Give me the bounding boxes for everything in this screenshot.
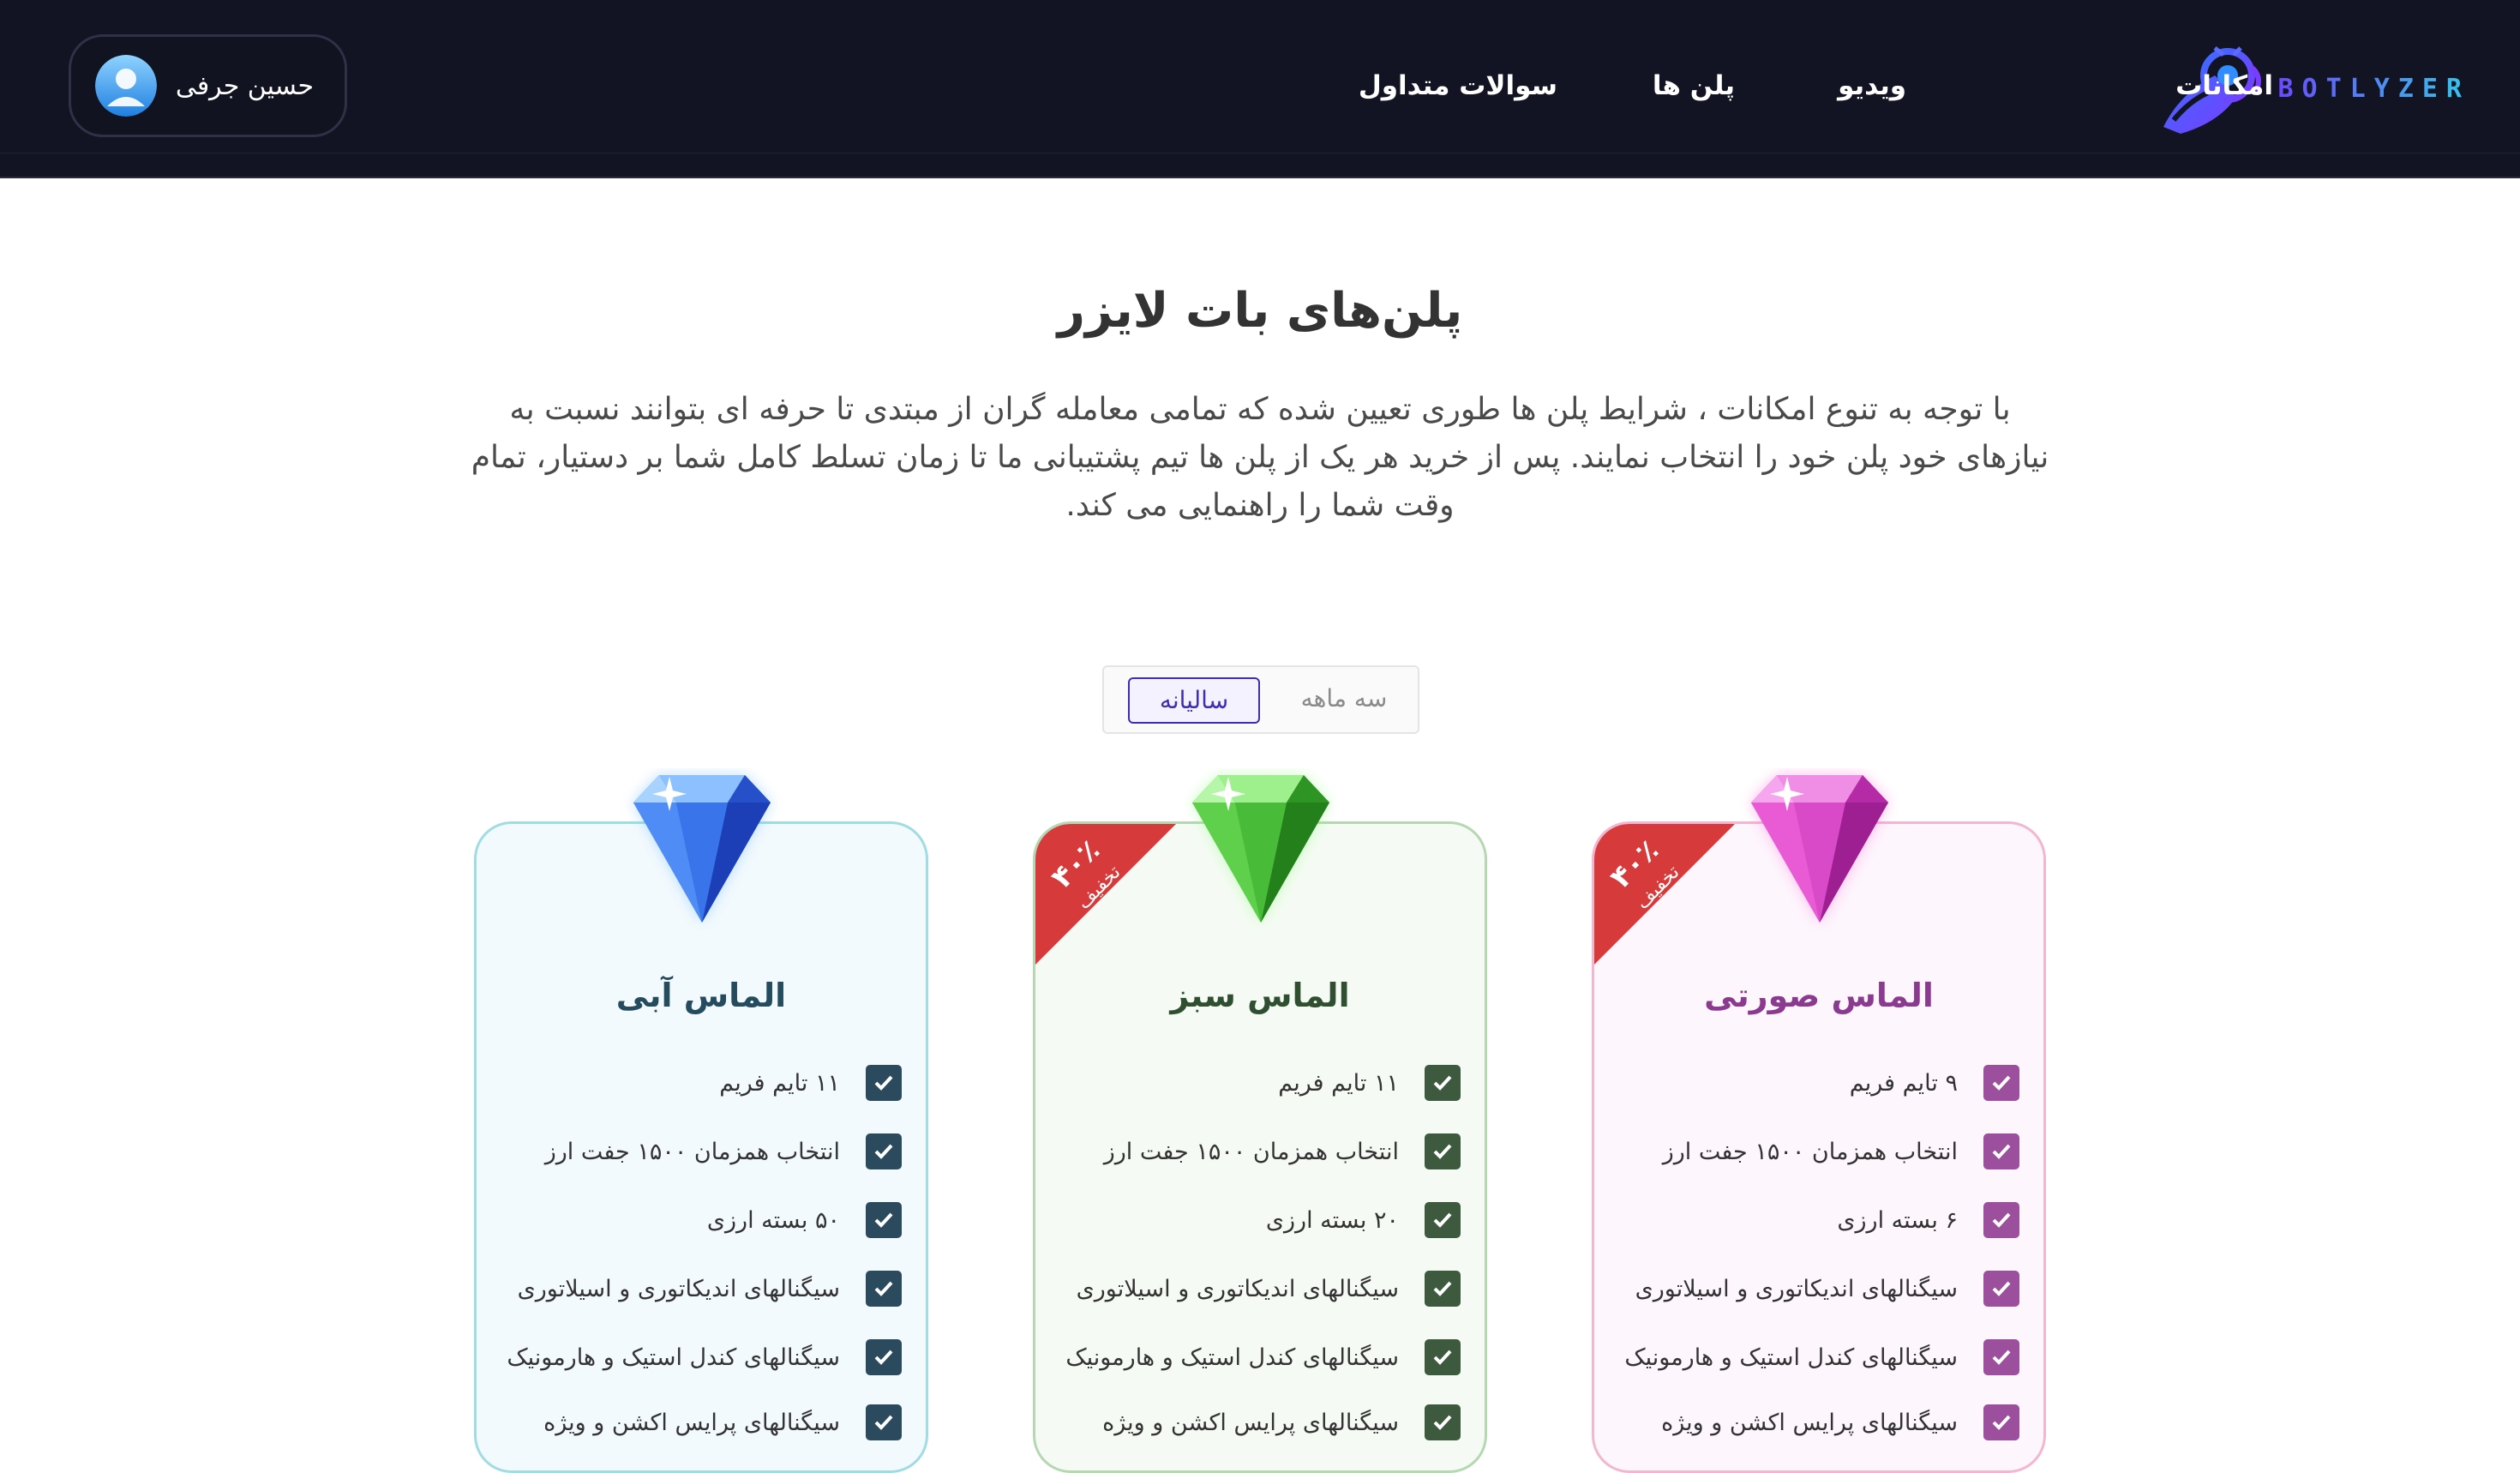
feature-text: سیگنالهای اندیکاتوری و اسیلاتوری [1076,1275,1399,1302]
plan-feature: سیگنالهای کندل استیک و هارمونیک [490,1323,902,1392]
billing-period-toggle: سه ماهه سالیانه [1102,665,1419,734]
plan-feature: ۶ بسته ارزی [1608,1186,2019,1254]
top-navbar: BOTLYZER امکانات ویدیو پلن ها سوالات متد… [0,0,2520,178]
feature-text: سیگنالهای کندل استیک و هارمونیک [1065,1344,1399,1371]
checkbox-check-icon [1425,1133,1461,1169]
discount-ribbon: ۴۰٪ تخفیف [1035,824,1176,965]
checkbox-check-icon [1983,1339,2019,1375]
nav-video[interactable]: ویدیو [1838,70,1906,101]
plan-feature: ۱۱ تایم فریم [1049,1049,1461,1117]
checkbox-check-icon [1983,1271,2019,1307]
checkbox-check-icon [1983,1404,2019,1440]
feature-text: انتخاب همزمان ۱۵۰۰ جفت ارز [1662,1138,1958,1165]
plan-features: ۹ تایم فریم انتخاب همزمان ۱۵۰۰ جفت ارز ۶… [1608,1049,2019,1453]
plan-features: ۱۱ تایم فریم انتخاب همزمان ۱۵۰۰ جفت ارز … [490,1049,902,1453]
nav-faq[interactable]: سوالات متداول [1359,70,1557,101]
user-name: حسین جرفی [175,70,314,101]
checkbox-check-icon [1425,1339,1461,1375]
toggle-three-month[interactable]: سه ماهه [1289,677,1399,724]
feature-text: سیگنالهای اندیکاتوری و اسیلاتوری [1635,1275,1958,1302]
plan-feature: ۲۰ بسته ارزی [1049,1186,1461,1254]
feature-text: سیگنالهای کندل استیک و هارمونیک [1624,1344,1958,1371]
nav-plans[interactable]: پلن ها [1653,70,1735,101]
checkbox-check-icon [866,1404,902,1440]
checkbox-check-icon [866,1202,902,1238]
feature-text: سیگنالهای پرایس اکشن و ویژه [1102,1409,1399,1436]
feature-text: ۱۱ تایم فریم [719,1069,840,1097]
feature-text: سیگنالهای اندیکاتوری و اسیلاتوری [517,1275,840,1302]
plan-feature: انتخاب همزمان ۱۵۰۰ جفت ارز [1608,1117,2019,1186]
feature-text: ۲۰ بسته ارزی [1265,1206,1399,1234]
feature-text: سیگنالهای پرایس اکشن و ویژه [543,1409,840,1436]
feature-text: ۹ تایم فریم [1849,1069,1958,1097]
plan-features: ۱۱ تایم فریم انتخاب همزمان ۱۵۰۰ جفت ارز … [1049,1049,1461,1453]
plan-feature: سیگنالهای اندیکاتوری و اسیلاتوری [1049,1254,1461,1323]
checkbox-check-icon [866,1339,902,1375]
feature-text: انتخاب همزمان ۱۵۰۰ جفت ارز [1103,1138,1399,1165]
checkbox-check-icon [1983,1133,2019,1169]
plan-title: الماس سبز [1170,977,1350,1014]
plan-feature: ۵۰ بسته ارزی [490,1186,902,1254]
plan-title: الماس صورتی [1704,977,1934,1014]
plan-feature: سیگنالهای اندیکاتوری و اسیلاتوری [490,1254,902,1323]
plan-feature: انتخاب همزمان ۱۵۰۰ جفت ارز [1049,1117,1461,1186]
nav-features[interactable]: امکانات [2175,70,2273,101]
plan-title: الماس آبی [615,977,787,1014]
discount-ribbon: ۴۰٪ تخفیف [1594,824,1735,965]
plan-feature: سیگنالهای اندیکاتوری و اسیلاتوری [1608,1254,2019,1323]
checkbox-check-icon [866,1065,902,1101]
feature-text: سیگنالهای پرایس اکشن و ویژه [1661,1409,1958,1436]
checkbox-check-icon [1425,1271,1461,1307]
plan-feature: انتخاب همزمان ۱۵۰۰ جفت ارز [490,1117,902,1186]
checkbox-check-icon [1425,1202,1461,1238]
toggle-yearly[interactable]: سالیانه [1128,677,1260,724]
pink-diamond-icon [1751,775,1888,923]
plan-feature: سیگنالهای پرایس اکشن و ویژه [1608,1392,2019,1453]
user-menu-button[interactable]: حسین جرفی [69,34,347,137]
checkbox-check-icon [1425,1065,1461,1101]
page-title: پلن‌های بات لایزر [1057,283,1463,339]
checkbox-check-icon [866,1133,902,1169]
checkbox-check-icon [866,1271,902,1307]
feature-text: ۱۱ تایم فریم [1278,1069,1399,1097]
plan-feature: سیگنالهای پرایس اکشن و ویژه [490,1392,902,1453]
main-nav: امکانات ویدیو پلن ها سوالات متداول [0,70,2520,113]
user-avatar-icon [95,55,157,117]
plan-feature: ۹ تایم فریم [1608,1049,2019,1117]
blue-diamond-icon [633,775,771,923]
feature-text: انتخاب همزمان ۱۵۰۰ جفت ارز [544,1138,840,1165]
checkbox-check-icon [1983,1202,2019,1238]
checkbox-check-icon [1425,1404,1461,1440]
checkbox-check-icon [1983,1065,2019,1101]
feature-text: ۶ بسته ارزی [1837,1206,1958,1234]
intro-description: با توجه به تنوع امکانات ، شرایط پلن ها ط… [471,392,2049,523]
green-diamond-icon [1192,775,1329,923]
feature-text: ۵۰ بسته ارزی [706,1206,840,1234]
plan-feature: سیگنالهای کندل استیک و هارمونیک [1049,1323,1461,1392]
plan-feature: ۱۱ تایم فریم [490,1049,902,1117]
plan-feature: سیگنالهای پرایس اکشن و ویژه [1049,1392,1461,1453]
feature-text: سیگنالهای کندل استیک و هارمونیک [507,1344,840,1371]
plan-feature: سیگنالهای کندل استیک و هارمونیک [1608,1323,2019,1392]
